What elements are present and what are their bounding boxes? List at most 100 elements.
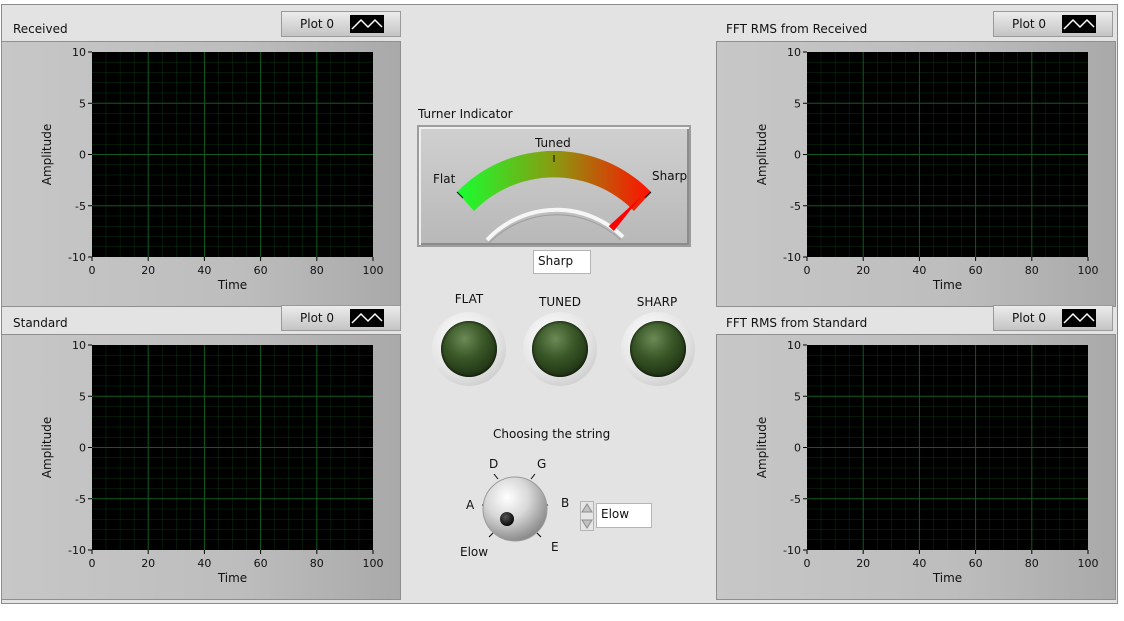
y-tick-label: -10 — [783, 251, 801, 264]
knob-label-b: B — [561, 496, 570, 510]
meter-scale-tuned: Tuned — [535, 136, 571, 150]
x-tick-label: 60 — [969, 557, 983, 570]
y-axis-label: Amplitude — [40, 417, 54, 479]
standard-graph-plot: 1050-5-100 20 40 60 80 100TimeAmplitude — [40, 339, 384, 585]
x-tick-label: 60 — [254, 557, 268, 570]
led-flat[interactable] — [432, 312, 506, 386]
x-tick-label: 40 — [197, 264, 211, 277]
fft-standard-graph-plot: 1050-5-100 20 40 60 80 100TimeAmplitude — [755, 339, 1099, 585]
y-tick-label: 5 — [794, 390, 801, 403]
x-tick-label: 100 — [363, 264, 384, 277]
fft-received-graph: 10 5 0 -5 -10 0 20 40 60 80 100 Time Amplitude — [716, 41, 1116, 307]
meter-scale-flat: Flat — [433, 172, 456, 186]
y-tick-label: 5 — [79, 97, 86, 110]
x-tick-label: 80 — [1025, 264, 1039, 277]
y-tick-label: -10 — [68, 251, 86, 264]
x-tick-label: 0 — [89, 264, 96, 277]
x-tick-label: 80 — [1025, 557, 1039, 570]
string-stepper[interactable] — [580, 501, 594, 531]
x-tick-label: 0 — [804, 557, 811, 570]
y-tick-label: -5 — [790, 200, 801, 213]
y-tick-label: 0 — [79, 442, 86, 455]
x-tick-label: 0 — [89, 557, 96, 570]
meter-scale-sharp: Sharp — [652, 169, 688, 183]
standard-graph: 10 5 0 -5 -10 0 20 40 60 80 100 Time Amplitude — [1, 334, 401, 600]
plot-legend-label: Plot 0 — [300, 311, 335, 325]
x-tick-label: 40 — [197, 557, 211, 570]
y-tick-label: 5 — [79, 390, 86, 403]
x-tick-label: 20 — [856, 557, 870, 570]
y-tick-label: 10 — [787, 46, 801, 59]
knob-label-elow: Elow — [460, 545, 489, 559]
y-axis-label: Amplitude — [40, 124, 54, 186]
y-tick-label: -5 — [790, 493, 801, 506]
tuner-meter: Flat Tuned Sharp — [417, 125, 691, 247]
received-graph: 10 5 0 -5 -10 0 20 40 60 80 100 Time Amplitude — [1, 41, 401, 307]
standard-graph-title: Standard — [13, 316, 68, 330]
knob-pointer — [500, 512, 514, 526]
x-axis-label: Time — [217, 278, 247, 292]
x-tick-label: 40 — [912, 557, 926, 570]
y-axis-label: Amplitude — [755, 124, 769, 186]
y-tick-label: 10 — [72, 46, 86, 59]
y-tick-label: 5 — [794, 97, 801, 110]
received-plot-legend[interactable]: Plot 0 — [281, 11, 401, 37]
string-selector-label: Choosing the string — [493, 427, 611, 441]
plot-legend-label: Plot 0 — [300, 17, 335, 31]
led-flat-lamp — [441, 321, 497, 377]
string-selector-knob[interactable]: D G A B Elow E — [445, 448, 585, 566]
y-tick-label: 0 — [794, 149, 801, 162]
x-tick-label: 40 — [912, 264, 926, 277]
received-graph-plot: 1050-5-100 20 40 60 80 100TimeAmplitude — [40, 46, 384, 292]
x-axis-label: Time — [932, 571, 962, 585]
x-tick-label: 60 — [254, 264, 268, 277]
x-tick-label: 60 — [969, 264, 983, 277]
tuner-value-indicator: Sharp — [533, 250, 591, 274]
y-tick-label: -5 — [75, 493, 86, 506]
knob-body — [482, 476, 548, 542]
led-sharp-label: SHARP — [636, 295, 678, 309]
led-sharp[interactable] — [621, 312, 695, 386]
y-tick-label: 0 — [794, 442, 801, 455]
x-tick-label: 100 — [1078, 264, 1099, 277]
y-tick-label: 0 — [79, 149, 86, 162]
y-tick-label: 10 — [72, 339, 86, 352]
plot-line-icon — [1062, 15, 1096, 33]
fft-standard-plot-legend[interactable]: Plot 0 — [993, 305, 1113, 331]
plot-legend-label: Plot 0 — [1012, 17, 1047, 31]
standard-plot-legend[interactable]: Plot 0 — [281, 305, 401, 331]
x-tick-label: 20 — [141, 557, 155, 570]
led-tuned[interactable] — [523, 312, 597, 386]
fft-received-graph-plot: 1050-5-100 20 40 60 80 100TimeAmplitude — [755, 46, 1099, 292]
y-tick-label: 10 — [787, 339, 801, 352]
y-tick-label: -5 — [75, 200, 86, 213]
led-tuned-lamp — [532, 321, 588, 377]
x-tick-label: 80 — [310, 557, 324, 570]
fft-received-plot-legend[interactable]: Plot 0 — [993, 11, 1113, 37]
plot-line-icon — [350, 15, 384, 33]
knob-label-a: A — [466, 498, 475, 512]
led-flat-label: FLAT — [454, 292, 484, 306]
x-tick-label: 20 — [141, 264, 155, 277]
y-tick-label: -10 — [68, 544, 86, 557]
received-graph-title: Received — [13, 22, 68, 36]
y-tick-label: -10 — [783, 544, 801, 557]
knob-label-e: E — [551, 540, 559, 554]
x-tick-label: 20 — [856, 264, 870, 277]
led-tuned-label: TUNED — [539, 295, 581, 309]
plot-line-icon — [1062, 309, 1096, 327]
fft-standard-graph: 10 5 0 -5 -10 0 20 40 60 80 100 Time Amplitude — [716, 334, 1116, 600]
led-sharp-lamp — [630, 321, 686, 377]
fft-received-graph-title: FFT RMS from Received — [726, 22, 868, 36]
knob-label-d: D — [489, 457, 499, 471]
x-axis-label: Time — [932, 278, 962, 292]
tuner-indicator-label: Turner Indicator — [418, 107, 513, 121]
knob-label-g: G — [537, 457, 547, 471]
x-tick-label: 100 — [1078, 557, 1099, 570]
x-tick-label: 0 — [804, 264, 811, 277]
plot-line-icon — [350, 309, 384, 327]
string-selected-value: Elow — [596, 503, 652, 528]
fft-standard-graph-title: FFT RMS from Standard — [726, 316, 868, 330]
x-tick-label: 80 — [310, 264, 324, 277]
plot-legend-label: Plot 0 — [1012, 311, 1047, 325]
